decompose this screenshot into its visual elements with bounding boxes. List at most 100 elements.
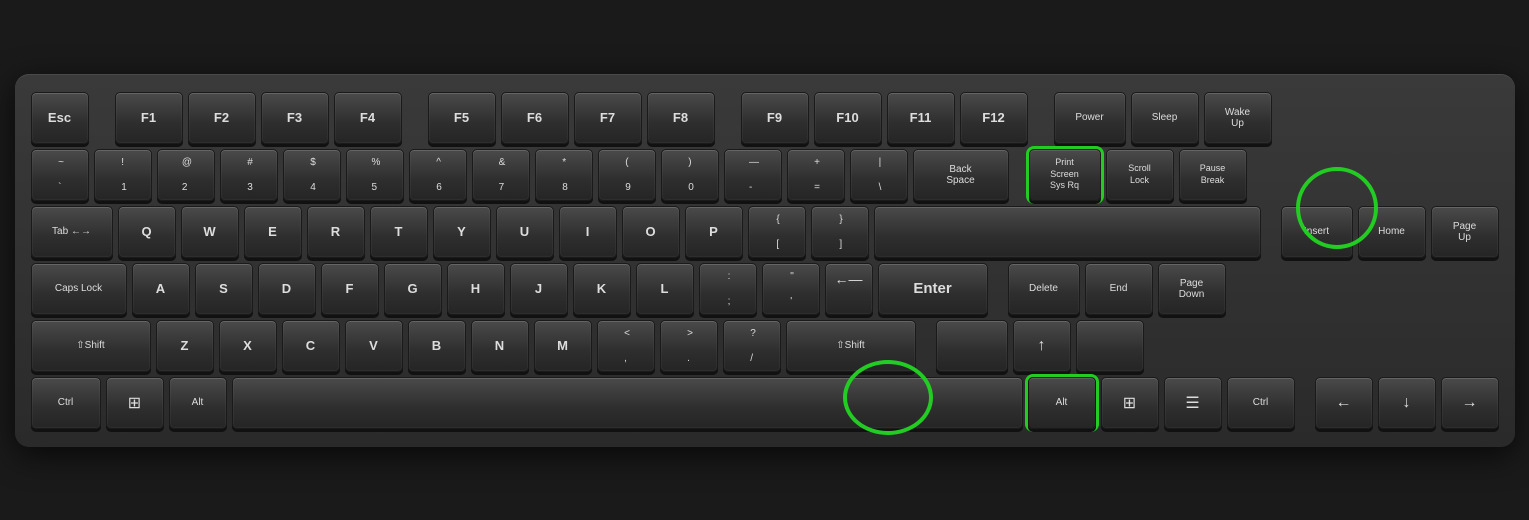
key-arrow-right[interactable]: →	[1441, 377, 1499, 429]
key-shift-right[interactable]: ⇧Shift	[786, 320, 916, 372]
key-menu[interactable]: ☰	[1164, 377, 1222, 429]
num-row: ~` !1 @2 #3 $4 %5 ^6 &7 *8 (9 )0	[31, 149, 1499, 201]
key-alt-right[interactable]: Alt	[1028, 377, 1096, 429]
key-spacer-r2	[1076, 320, 1144, 372]
key-0[interactable]: )0	[661, 149, 719, 201]
key-enter[interactable]: Enter	[878, 263, 988, 315]
keyboard: Esc F1 F2 F3 F4 F5 F6 F7 F8 F9 F10 F11 F…	[15, 74, 1515, 447]
key-arrow-up[interactable]: ↑	[1013, 320, 1071, 372]
key-7[interactable]: &7	[472, 149, 530, 201]
key-k[interactable]: K	[573, 263, 631, 315]
key-quote[interactable]: "'	[762, 263, 820, 315]
key-spacebar[interactable]	[232, 377, 1023, 429]
key-ctrl-left[interactable]: Ctrl	[31, 377, 101, 429]
key-u[interactable]: U	[496, 206, 554, 258]
key-semicolon[interactable]: :;	[699, 263, 757, 315]
key-9[interactable]: (9	[598, 149, 656, 201]
key-comma[interactable]: <,	[597, 320, 655, 372]
key-f7[interactable]: F7	[574, 92, 642, 144]
key-o[interactable]: O	[622, 206, 680, 258]
key-6[interactable]: ^6	[409, 149, 467, 201]
key-ctrl-right[interactable]: Ctrl	[1227, 377, 1295, 429]
key-f10[interactable]: F10	[814, 92, 882, 144]
key-arrow-down[interactable]: ↓	[1378, 377, 1436, 429]
key-i[interactable]: I	[559, 206, 617, 258]
key-arrow-left[interactable]: ←	[1315, 377, 1373, 429]
key-alt-left[interactable]: Alt	[169, 377, 227, 429]
key-h[interactable]: H	[447, 263, 505, 315]
key-spacer-r1	[936, 320, 1008, 372]
key-shift-left[interactable]: ⇧Shift	[31, 320, 151, 372]
key-backspace[interactable]: BackSpace	[913, 149, 1009, 201]
key-slash[interactable]: ?/	[723, 320, 781, 372]
key-equals[interactable]: +=	[787, 149, 845, 201]
home-row: Caps Lock A S D F G H J K L :; "' ←— Ent…	[31, 263, 1499, 315]
key-e[interactable]: E	[244, 206, 302, 258]
key-qwerty-enter-top	[874, 206, 1261, 258]
key-j[interactable]: J	[510, 263, 568, 315]
key-end[interactable]: End	[1085, 263, 1153, 315]
key-a[interactable]: A	[132, 263, 190, 315]
key-5[interactable]: %5	[346, 149, 404, 201]
key-b[interactable]: B	[408, 320, 466, 372]
key-r[interactable]: R	[307, 206, 365, 258]
key-f6[interactable]: F6	[501, 92, 569, 144]
key-2[interactable]: @2	[157, 149, 215, 201]
key-open-bracket[interactable]: {[	[748, 206, 806, 258]
key-home[interactable]: Home	[1358, 206, 1426, 258]
key-insert[interactable]: Insert	[1281, 206, 1353, 258]
qwerty-row: Tab ←→ Q W E R T Y U I O P {[ }] Insert …	[31, 206, 1499, 258]
key-z[interactable]: Z	[156, 320, 214, 372]
key-4[interactable]: $4	[283, 149, 341, 201]
key-w[interactable]: W	[181, 206, 239, 258]
key-backtick[interactable]: ~`	[31, 149, 89, 201]
key-3[interactable]: #3	[220, 149, 278, 201]
key-f4[interactable]: F4	[334, 92, 402, 144]
key-backslash[interactable]: |\	[850, 149, 908, 201]
key-x[interactable]: X	[219, 320, 277, 372]
key-f9[interactable]: F9	[741, 92, 809, 144]
key-wake-up[interactable]: WakeUp	[1204, 92, 1272, 144]
fn-row: Esc F1 F2 F3 F4 F5 F6 F7 F8 F9 F10 F11 F…	[31, 92, 1499, 144]
key-delete[interactable]: Delete	[1008, 263, 1080, 315]
key-period[interactable]: >.	[660, 320, 718, 372]
key-caps-lock[interactable]: Caps Lock	[31, 263, 127, 315]
shift-row: ⇧Shift Z X C V B N M <, >. ?/ ⇧Shift ↑	[31, 320, 1499, 372]
key-f1[interactable]: F1	[115, 92, 183, 144]
key-t[interactable]: T	[370, 206, 428, 258]
key-close-bracket[interactable]: }]	[811, 206, 869, 258]
key-f3[interactable]: F3	[261, 92, 329, 144]
key-l[interactable]: L	[636, 263, 694, 315]
key-tab[interactable]: Tab ←→	[31, 206, 113, 258]
key-scroll-lock[interactable]: ScrollLock	[1106, 149, 1174, 201]
key-f12[interactable]: F12	[960, 92, 1028, 144]
key-d[interactable]: D	[258, 263, 316, 315]
key-f11[interactable]: F11	[887, 92, 955, 144]
key-esc[interactable]: Esc	[31, 92, 89, 144]
key-8[interactable]: *8	[535, 149, 593, 201]
key-return-back: ←—	[825, 263, 873, 315]
key-q[interactable]: Q	[118, 206, 176, 258]
key-f[interactable]: F	[321, 263, 379, 315]
key-c[interactable]: C	[282, 320, 340, 372]
key-f5[interactable]: F5	[428, 92, 496, 144]
key-n[interactable]: N	[471, 320, 529, 372]
key-f8[interactable]: F8	[647, 92, 715, 144]
key-win-left[interactable]: ⊞	[106, 377, 164, 429]
key-page-down[interactable]: PageDown	[1158, 263, 1226, 315]
key-page-up[interactable]: PageUp	[1431, 206, 1499, 258]
key-p[interactable]: P	[685, 206, 743, 258]
key-minus[interactable]: —-	[724, 149, 782, 201]
key-f2[interactable]: F2	[188, 92, 256, 144]
key-print-screen[interactable]: PrintScreenSys Rq	[1029, 149, 1101, 201]
key-win-right[interactable]: ⊞	[1101, 377, 1159, 429]
key-y[interactable]: Y	[433, 206, 491, 258]
key-1[interactable]: !1	[94, 149, 152, 201]
key-v[interactable]: V	[345, 320, 403, 372]
key-sleep[interactable]: Sleep	[1131, 92, 1199, 144]
key-g[interactable]: G	[384, 263, 442, 315]
key-power[interactable]: Power	[1054, 92, 1126, 144]
key-m[interactable]: M	[534, 320, 592, 372]
key-s[interactable]: S	[195, 263, 253, 315]
key-pause-break[interactable]: PauseBreak	[1179, 149, 1247, 201]
